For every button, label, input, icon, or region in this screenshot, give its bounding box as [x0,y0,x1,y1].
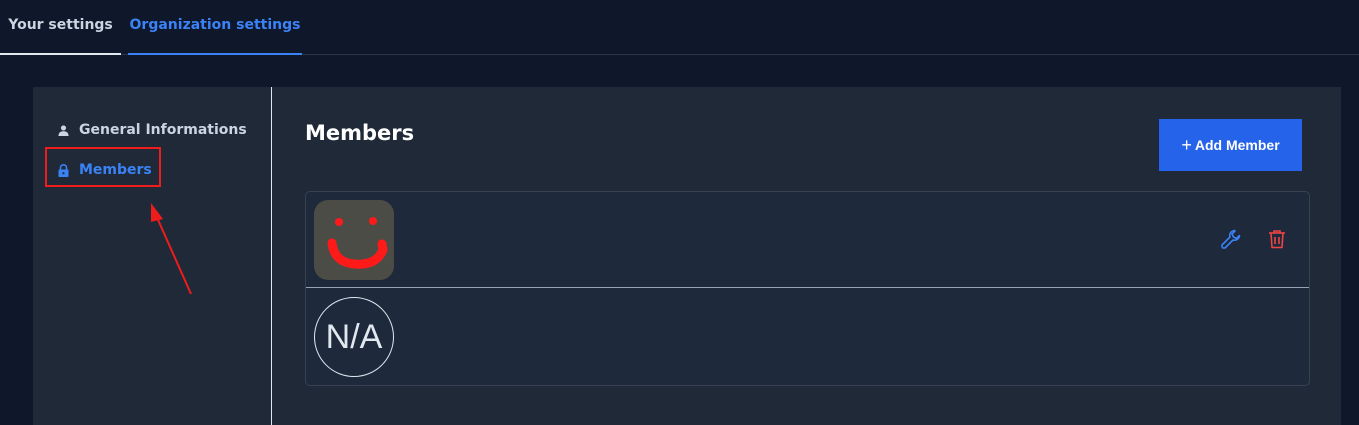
settings-tabs: Your settings Organization settings [0,0,1359,55]
plus-icon: + [1181,135,1192,155]
add-member-label: Add Member [1194,137,1280,153]
members-list: N/A [305,191,1310,386]
tab-label: Organization settings [129,16,301,33]
smiley-avatar [314,200,394,280]
tab-organization-settings[interactable]: Organization settings [128,0,302,55]
annotation-arrow [151,203,192,295]
annotation-highlight-box [45,147,161,187]
trash-icon[interactable] [1267,228,1287,250]
wrench-icon[interactable] [1220,228,1242,250]
settings-panel: General Informations Members Members + A… [33,87,1341,425]
sidebar: General Informations Members [33,87,272,425]
page-title: Members [305,121,415,145]
member-row [306,192,1309,288]
tab-your-settings[interactable]: Your settings [0,0,121,55]
placeholder-avatar: N/A [314,297,394,377]
sidebar-item-general-informations[interactable]: General Informations [57,119,247,141]
sidebar-item-label: General Informations [79,122,247,138]
member-row: N/A [306,289,1309,385]
user-icon [57,123,69,137]
tab-label: Your settings [8,16,113,33]
add-member-button[interactable]: + Add Member [1159,119,1302,171]
